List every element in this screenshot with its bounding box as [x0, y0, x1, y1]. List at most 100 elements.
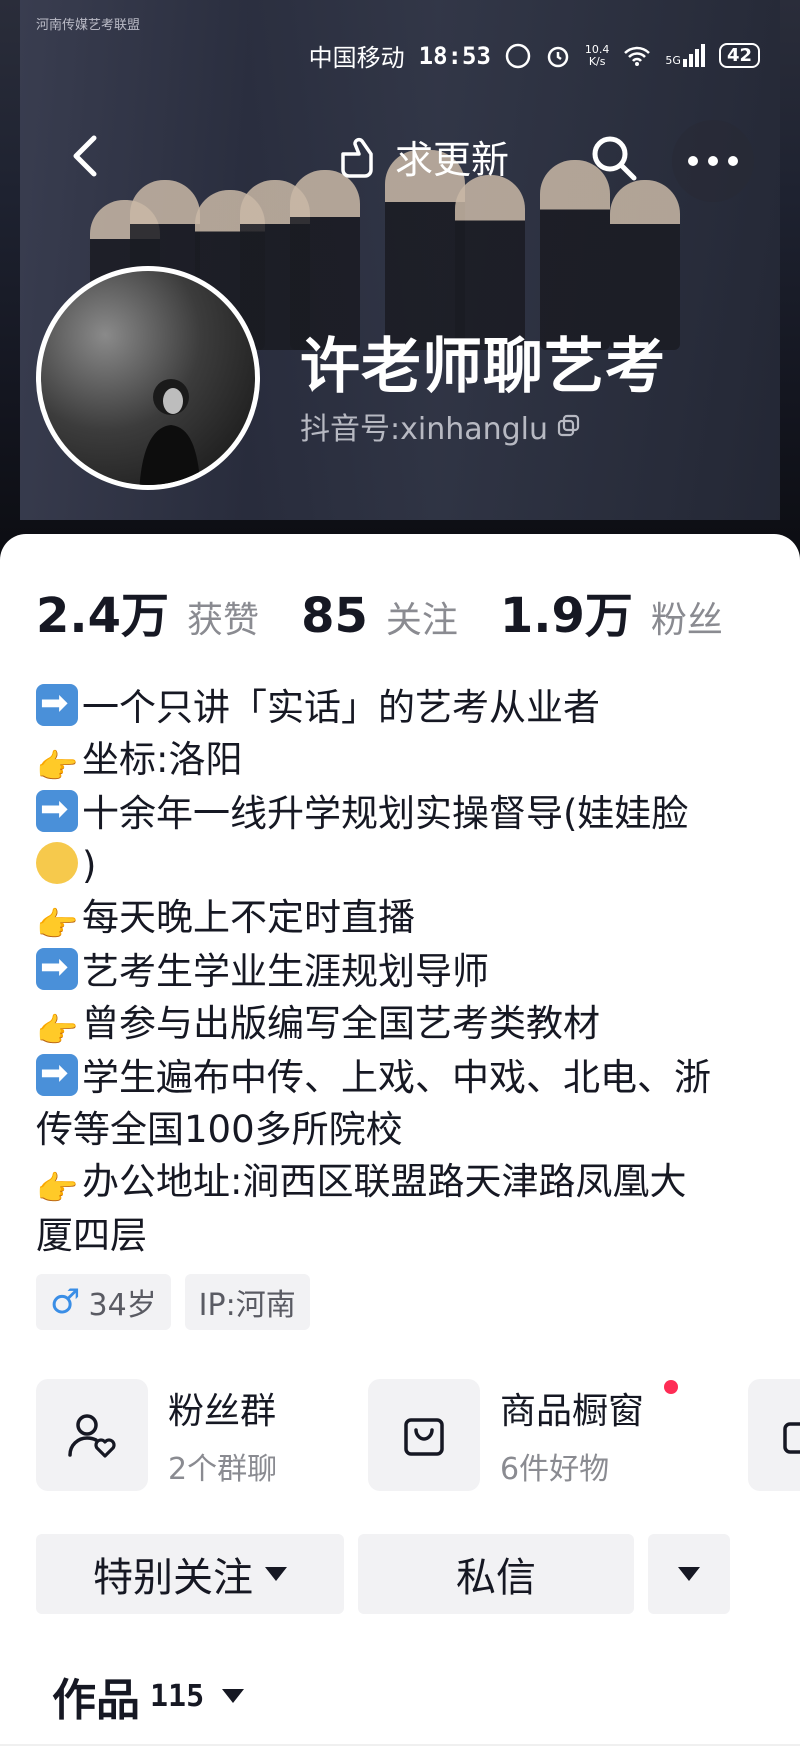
more-feature-icon-box [748, 1379, 800, 1491]
cover-brand-text: 河南传媒艺考联盟 [36, 18, 141, 33]
bio-text: 厦四层 [36, 1214, 147, 1257]
profile-tags: ♂ 34岁 IP:河南 [36, 1274, 310, 1330]
cry-emoji-icon [36, 842, 78, 884]
alarm-icon [547, 46, 569, 67]
carrier-label: 中国移动 [308, 44, 405, 72]
bio-text: 十余年一线升学规划实操督导(娃娃脸 [82, 792, 689, 835]
clock: 18:53 [418, 41, 491, 70]
profile-card: 2.4万 获赞 85 关注 1.9万 粉丝 一个只讲「实话」的艺考从业者👉坐标:… [0, 534, 800, 1760]
point-emoji-icon: 👉 [36, 1011, 79, 1051]
avatar[interactable] [36, 266, 260, 490]
back-icon[interactable] [60, 128, 116, 184]
bio-line: 👉曾参与出版编写全国艺考类教材 [36, 998, 776, 1052]
tv-icon [783, 1422, 800, 1454]
bio-text: 每天晚上不定时直播 [82, 896, 415, 939]
following-count[interactable]: 85 [301, 588, 368, 644]
tab-divider [0, 1744, 800, 1746]
bio-line: 艺考生学业生涯规划导师 [36, 946, 776, 998]
bio-text: 坐标:洛阳 [82, 738, 243, 781]
special-follow-button[interactable]: 特别关注 [36, 1534, 344, 1614]
feature-row: 粉丝群 2个群聊 商品橱窗 6件好物 [36, 1376, 800, 1494]
bio-line: 👉每天晚上不定时直播 [36, 892, 776, 946]
bio-line: 十余年一线升学规划实操督导(娃娃脸 [36, 788, 776, 840]
shop-window-subtitle: 6件好物 [500, 1452, 610, 1487]
fan-group-text: 粉丝群 2个群聊 [168, 1382, 277, 1488]
hd-icon [505, 43, 531, 68]
likes-count[interactable]: 2.4万 [36, 576, 169, 646]
fan-group-subtitle: 2个群聊 [168, 1452, 278, 1487]
bio-text: 办公地址:涧西区联盟路天津路凤凰大 [82, 1160, 687, 1203]
profile-cover[interactable]: 河南传媒艺考联盟 中国移动 18:53 10.4 K/s 5G 42 求更新 许… [0, 0, 800, 560]
status-bar: 中国移动 18:53 10.4 K/s 5G 42 [309, 38, 760, 73]
wifi-icon [624, 46, 651, 66]
followers-label: 粉丝 [650, 600, 723, 641]
bio-text: 曾参与出版编写全国艺考类教材 [82, 1002, 600, 1045]
bio-line: 厦四层 [36, 1210, 776, 1262]
more-button[interactable] [672, 120, 754, 202]
profile-name: 许老师聊艺考 [300, 332, 666, 402]
bio-line: 一个只讲「实话」的艺考从业者 [36, 682, 776, 734]
likes-label: 获赞 [187, 600, 260, 641]
cell-signal-icon: 5G [665, 44, 705, 67]
works-tab[interactable]: 作品 115 [52, 1664, 245, 1728]
bio-text: 学生遍布中传、上戏、中戏、北电、浙 [82, 1056, 711, 1099]
bio-line: 传等全国100多所院校 [36, 1104, 776, 1156]
works-label: 作品 [52, 1675, 140, 1726]
copy-icon[interactable] [556, 413, 582, 439]
more-actions-button[interactable] [648, 1534, 730, 1614]
shop-window-text: 商品橱窗 6件好物 [500, 1382, 644, 1488]
bio-text: 一个只讲「实话」的艺考从业者 [82, 686, 600, 729]
shop-window-entry[interactable]: 商品橱窗 6件好物 [368, 1376, 678, 1494]
new-badge-dot [664, 1380, 678, 1394]
more-feature-entry[interactable] [748, 1376, 800, 1494]
signal-type: 5G [665, 54, 681, 67]
action-bar: 特别关注 私信 [36, 1534, 766, 1614]
battery-indicator: 42 [718, 43, 760, 68]
hand-point-icon [341, 137, 373, 178]
arrow-emoji-icon [36, 788, 78, 832]
caret-down-icon [222, 1689, 245, 1703]
point-emoji-icon: 👉 [36, 747, 79, 787]
male-icon: ♂ [50, 1282, 81, 1322]
profile-handle[interactable]: 抖音号:xinhanglu [300, 404, 582, 448]
request-update-button[interactable]: 求更新 [335, 128, 509, 184]
point-emoji-icon: 👉 [36, 1169, 79, 1209]
works-count: 115 [150, 1678, 205, 1714]
shopping-bag-icon [404, 1418, 444, 1456]
profile-bio: 一个只讲「实话」的艺考从业者👉坐标:洛阳十余年一线升学规划实操督导(娃娃脸)👉每… [36, 682, 776, 1262]
fan-group-entry[interactable]: 粉丝群 2个群聊 [36, 1376, 277, 1494]
ip-tag: IP:河南 [184, 1274, 310, 1330]
arrow-emoji-icon [36, 946, 78, 990]
net-speed-unit: K/s [588, 54, 606, 68]
bio-line: ) [36, 840, 776, 892]
arrow-emoji-icon [36, 682, 78, 726]
network-speed: 10.4 K/s [585, 43, 610, 68]
stats-row: 2.4万 获赞 85 关注 1.9万 粉丝 [36, 576, 747, 646]
search-icon[interactable] [584, 128, 644, 188]
point-emoji-icon: 👉 [36, 905, 79, 945]
ip-label: IP:河南 [198, 1288, 296, 1323]
bio-line: 👉坐标:洛阳 [36, 734, 776, 788]
avatar-figure-icon [139, 379, 201, 485]
following-label: 关注 [385, 600, 458, 641]
top-bar: 求更新 [0, 120, 800, 202]
age-tag: ♂ 34岁 [36, 1274, 171, 1330]
fan-group-title: 粉丝群 [168, 1391, 277, 1432]
special-follow-label: 特别关注 [93, 1555, 253, 1601]
caret-down-icon [678, 1567, 700, 1581]
bio-line: 👉办公地址:涧西区联盟路天津路凤凰大 [36, 1156, 776, 1210]
age-label: 34岁 [88, 1288, 157, 1323]
fan-group-icon-box [36, 1379, 148, 1491]
shop-window-title: 商品橱窗 [500, 1391, 645, 1432]
request-update-label: 求更新 [395, 137, 510, 182]
bio-text: 传等全国100多所院校 [36, 1108, 403, 1151]
arrow-emoji-icon [36, 1052, 78, 1096]
more-dots-icon [688, 156, 738, 166]
followers-count[interactable]: 1.9万 [500, 576, 633, 646]
bio-text: ) [82, 844, 97, 887]
bio-text: 艺考生学业生涯规划导师 [82, 950, 489, 993]
shop-icon-box [368, 1379, 480, 1491]
bio-line: 学生遍布中传、上戏、中戏、北电、浙 [36, 1052, 776, 1104]
message-button[interactable]: 私信 [358, 1534, 634, 1614]
caret-down-icon [265, 1567, 287, 1581]
